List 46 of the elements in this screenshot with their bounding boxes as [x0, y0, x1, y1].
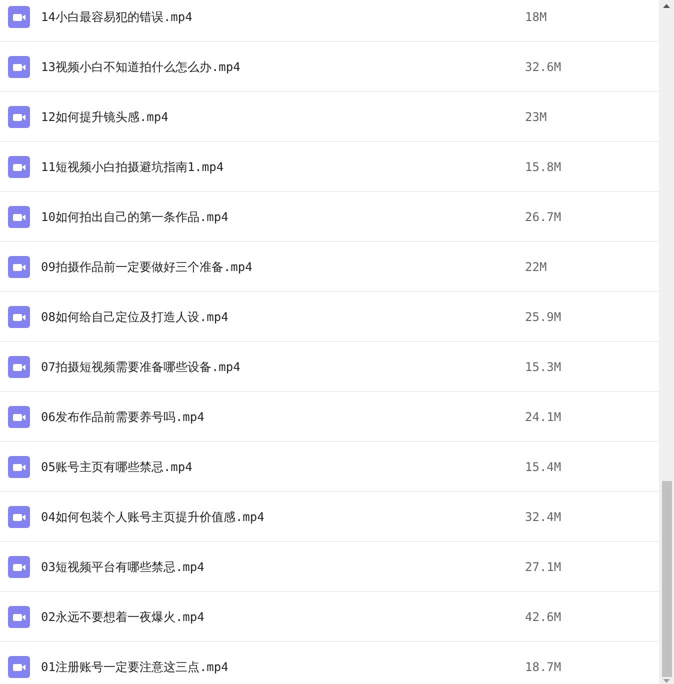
- file-size: 15.4M: [525, 458, 562, 474]
- file-size: 27.1M: [525, 558, 562, 574]
- file-name[interactable]: 04如何包装个人账号主页提升价值感.mp4: [41, 508, 525, 524]
- video-file-icon: [8, 606, 30, 628]
- file-name[interactable]: 01注册账号一定要注意这三点.mp4: [41, 658, 525, 674]
- file-size: 25.9M: [525, 308, 562, 324]
- file-name[interactable]: 05账号主页有哪些禁忌.mp4: [41, 458, 525, 474]
- scroll-up-arrow-icon[interactable]: [663, 4, 670, 8]
- file-name[interactable]: 06发布作品前需要养号吗.mp4: [41, 408, 525, 424]
- video-file-icon: [8, 406, 30, 428]
- file-name[interactable]: 13视频小白不知道拍什么怎么办.mp4: [41, 58, 525, 74]
- file-name[interactable]: 09拍摄作品前一定要做好三个准备.mp4: [41, 258, 525, 274]
- file-name[interactable]: 10如何拍出自己的第一条作品.mp4: [41, 208, 525, 224]
- video-file-icon: [8, 656, 30, 678]
- video-file-icon: [8, 206, 30, 228]
- file-size: 23M: [525, 108, 547, 124]
- video-file-icon: [8, 56, 30, 78]
- file-size: 18.7M: [525, 658, 562, 674]
- video-file-icon: [8, 156, 30, 178]
- video-file-icon: [8, 6, 30, 28]
- scrollbar-thumb[interactable]: [662, 481, 672, 677]
- file-size: 15.3M: [525, 358, 562, 374]
- file-name[interactable]: 07拍摄短视频需要准备哪些设备.mp4: [41, 358, 525, 374]
- video-file-icon: [8, 306, 30, 328]
- file-name[interactable]: 14小白最容易犯的错误.mp4: [41, 8, 525, 24]
- file-name[interactable]: 12如何提升镜头感.mp4: [41, 108, 525, 124]
- file-name[interactable]: 11短视频小白拍摄避坑指南1.mp4: [41, 158, 525, 174]
- video-file-icon: [8, 506, 30, 528]
- file-size: 22M: [525, 258, 547, 274]
- video-file-icon: [8, 106, 30, 128]
- scrollbar-track[interactable]: [659, 0, 674, 684]
- file-size: 32.4M: [525, 508, 562, 524]
- file-size: 24.1M: [525, 408, 562, 424]
- video-file-icon: [8, 456, 30, 478]
- video-file-icon: [8, 356, 30, 378]
- file-size: 18M: [525, 8, 547, 24]
- file-size: 42.6M: [525, 608, 562, 624]
- file-size: 15.8M: [525, 158, 562, 174]
- video-file-icon: [8, 256, 30, 278]
- scroll-down-arrow-icon[interactable]: [663, 679, 670, 683]
- video-file-icon: [8, 556, 30, 578]
- file-size: 32.6M: [525, 58, 562, 74]
- file-name[interactable]: 03短视频平台有哪些禁忌.mp4: [41, 558, 525, 574]
- file-name[interactable]: 08如何给自己定位及打造人设.mp4: [41, 308, 525, 324]
- file-size: 26.7M: [525, 208, 562, 224]
- file-name[interactable]: 02永远不要想着一夜爆火.mp4: [41, 608, 525, 624]
